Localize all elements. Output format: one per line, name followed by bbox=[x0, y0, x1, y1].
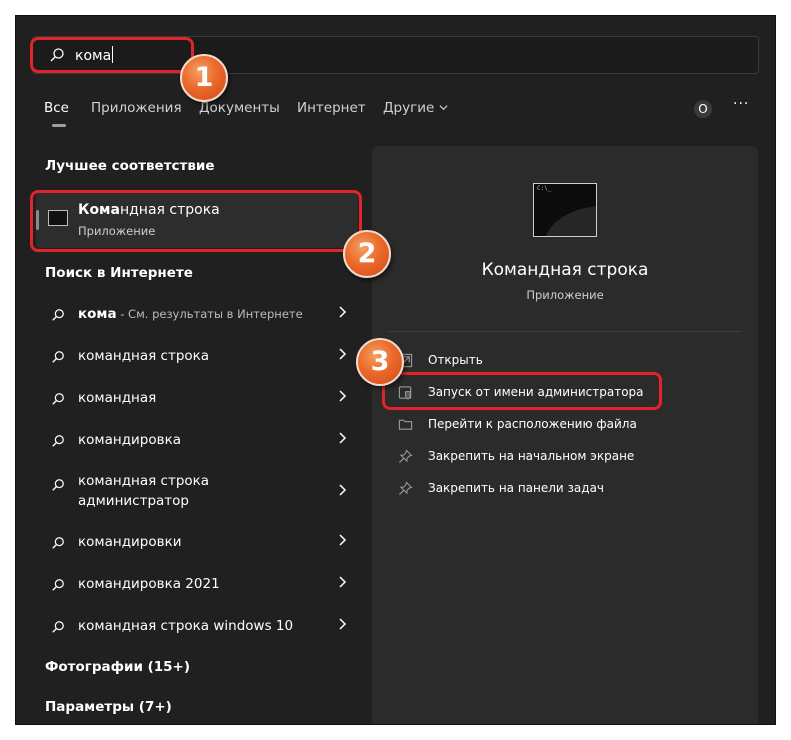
more-options-button[interactable]: ··· bbox=[733, 96, 749, 112]
search-icon bbox=[51, 433, 65, 452]
action-pin-to-start[interactable]: Закрепить на начальном экране bbox=[386, 442, 746, 472]
web-result-item[interactable]: командная bbox=[36, 379, 358, 417]
tab-other[interactable]: Другие bbox=[383, 100, 448, 116]
chevron-right-icon bbox=[339, 432, 347, 444]
web-result-item[interactable]: командная строка windows 10 bbox=[36, 607, 358, 645]
chevron-right-icon bbox=[339, 484, 347, 496]
web-result-label: командная строка администратор bbox=[78, 473, 210, 509]
search-icon bbox=[51, 307, 65, 326]
chevron-right-icon bbox=[339, 306, 347, 318]
section-settings[interactable]: Параметры (7+) bbox=[45, 699, 172, 715]
chevron-right-icon bbox=[339, 348, 347, 360]
section-photos[interactable]: Фотографии (15+) bbox=[45, 659, 190, 675]
web-result-label: командировка bbox=[78, 432, 182, 448]
chevron-right-icon bbox=[339, 576, 347, 588]
web-result-label: командная bbox=[78, 390, 157, 406]
web-result-item[interactable]: кома - См. результаты в Интернете bbox=[36, 295, 358, 333]
results-list: Лучшее соответствие Командная строка При… bbox=[16, 16, 366, 724]
command-prompt-large-icon: C:\_ bbox=[533, 183, 597, 237]
chevron-down-icon bbox=[439, 105, 448, 111]
highlight-search bbox=[30, 37, 194, 73]
pin-icon bbox=[398, 481, 413, 500]
search-icon bbox=[51, 477, 65, 496]
web-result-item[interactable]: командировка bbox=[36, 421, 358, 459]
preview-subtitle: Приложение bbox=[526, 288, 604, 302]
section-web-search: Поиск в Интернете bbox=[45, 265, 193, 281]
step-badge-3: 3 bbox=[356, 338, 404, 386]
search-icon bbox=[51, 349, 65, 368]
avatar[interactable]: O bbox=[694, 100, 712, 118]
action-open-file-location[interactable]: Перейти к расположению файла bbox=[386, 410, 746, 440]
web-result-item[interactable]: командировки bbox=[36, 523, 358, 561]
web-result-label: командировка 2021 bbox=[78, 576, 220, 592]
search-icon bbox=[51, 391, 65, 410]
preview-title: Командная строка bbox=[481, 260, 649, 280]
chevron-right-icon bbox=[339, 390, 347, 402]
web-result-label: командная строка bbox=[78, 348, 210, 364]
step-badge-2: 2 bbox=[343, 230, 391, 278]
web-result-label: командная строка windows 10 bbox=[78, 618, 294, 634]
section-best-match: Лучшее соответствие bbox=[45, 158, 215, 174]
web-result-label: кома - См. результаты в Интернете bbox=[78, 306, 303, 322]
search-icon bbox=[51, 535, 65, 554]
pin-icon bbox=[398, 449, 413, 468]
action-pin-to-taskbar[interactable]: Закрепить на панели задач bbox=[386, 474, 746, 504]
highlight-best-match bbox=[30, 190, 362, 252]
chevron-right-icon bbox=[339, 618, 347, 630]
preview-pane: C:\_ Командная строка Приложение Открыть… bbox=[372, 146, 758, 724]
chevron-right-icon bbox=[339, 534, 347, 546]
search-icon bbox=[51, 619, 65, 638]
web-result-item[interactable]: командная строка bbox=[36, 337, 358, 375]
web-result-item[interactable]: командная строка администратор bbox=[36, 465, 358, 517]
folder-icon bbox=[398, 417, 413, 436]
highlight-run-as-admin bbox=[382, 372, 662, 410]
step-badge-1: 1 bbox=[180, 54, 228, 102]
search-icon bbox=[51, 577, 65, 596]
web-result-item[interactable]: командировка 2021 bbox=[36, 565, 358, 603]
divider bbox=[388, 331, 742, 332]
web-result-label: командировки bbox=[78, 534, 182, 550]
